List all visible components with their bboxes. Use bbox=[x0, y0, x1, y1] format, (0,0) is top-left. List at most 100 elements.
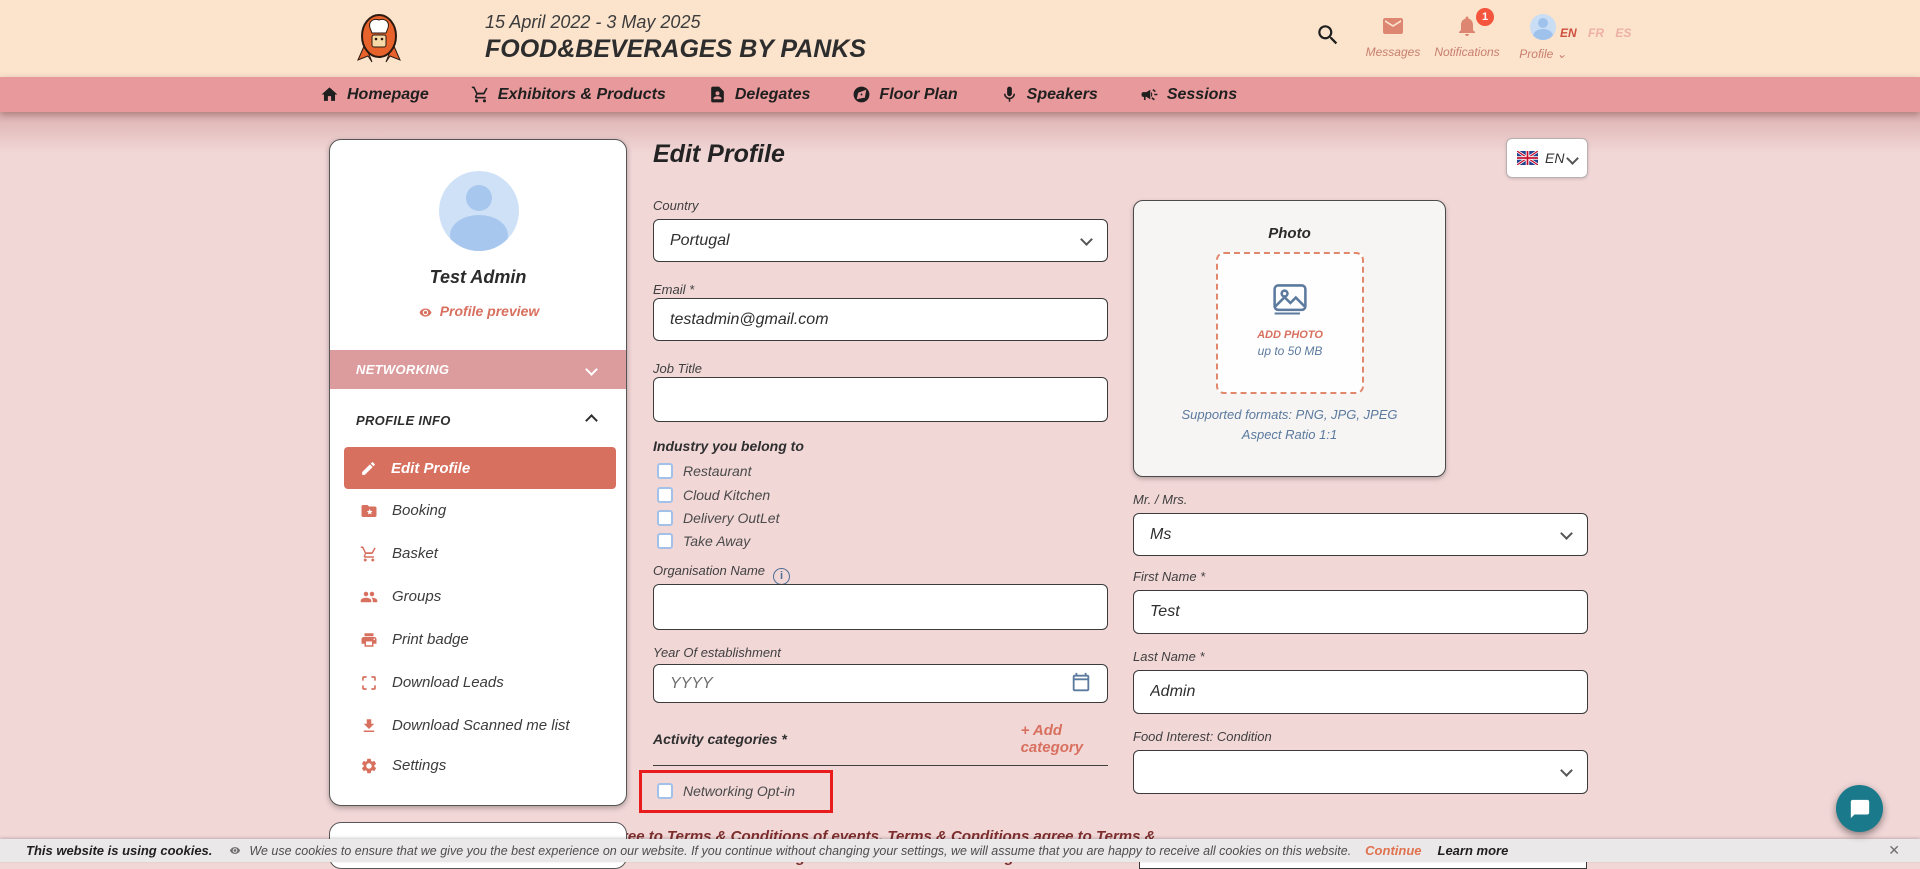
email-field[interactable] bbox=[653, 298, 1108, 341]
top-header: 15 April 2022 - 3 May 2025 FOOD&BEVERAGE… bbox=[0, 0, 1920, 77]
notification-count-badge: 1 bbox=[1476, 8, 1494, 26]
organisation-field[interactable] bbox=[653, 584, 1108, 630]
main-nav: Homepage Exhibitors & Products Delegates… bbox=[0, 77, 1920, 112]
checkbox-take-away[interactable] bbox=[657, 533, 673, 549]
sidebar-item-edit-profile[interactable]: Edit Profile bbox=[344, 447, 616, 489]
profile-sidebar-card: Test Admin Profile preview NETWORKING PR… bbox=[329, 139, 627, 806]
sidebar-item-basket[interactable]: Basket bbox=[330, 532, 626, 575]
profile-label: Profile ⌄ bbox=[1508, 47, 1578, 61]
eye-icon bbox=[417, 306, 434, 319]
megaphone-icon bbox=[1140, 85, 1159, 104]
cookie-learn-more-link[interactable]: Learn more bbox=[1438, 843, 1509, 858]
close-icon[interactable]: ✕ bbox=[1888, 842, 1900, 859]
organisation-label: Organisation Namei bbox=[653, 563, 1108, 585]
checkbox-networking-opt-in[interactable] bbox=[657, 783, 673, 799]
basket-cart-icon bbox=[360, 545, 378, 563]
profile-preview-link[interactable]: Profile preview bbox=[330, 303, 626, 319]
industry-option-cloud-kitchen: Cloud Kitchen bbox=[657, 487, 770, 503]
notifications-button[interactable]: 1 Notifications bbox=[1432, 14, 1502, 59]
cookie-continue-button[interactable]: Continue bbox=[1365, 843, 1421, 858]
job-title-field[interactable] bbox=[653, 377, 1108, 422]
pencil-icon bbox=[360, 460, 377, 477]
year-label: Year Of establishment bbox=[653, 645, 1108, 660]
nav-shadow bbox=[0, 112, 1920, 154]
first-name-label: First Name * bbox=[1133, 569, 1588, 584]
add-category-button[interactable]: + Add category bbox=[1021, 722, 1108, 756]
sidebar-item-groups[interactable]: Groups bbox=[330, 575, 626, 618]
envelope-icon bbox=[1379, 14, 1407, 38]
industry-label: Industry you belong to bbox=[653, 438, 1108, 454]
eye-icon bbox=[228, 845, 242, 856]
checkbox-restaurant[interactable] bbox=[657, 463, 673, 479]
cookie-banner: This website is using cookies. We use co… bbox=[0, 839, 1920, 862]
sidebar-item-settings[interactable]: Settings bbox=[330, 744, 626, 787]
salutation-select[interactable]: Ms bbox=[1133, 513, 1588, 556]
sidebar-item-download-scanned[interactable]: Download Scanned me list bbox=[330, 704, 626, 747]
compass-icon bbox=[852, 85, 871, 104]
industry-option-restaurant: Restaurant bbox=[657, 463, 751, 479]
sidebar-item-print-badge[interactable]: Print badge bbox=[330, 618, 626, 661]
gear-icon bbox=[360, 757, 378, 775]
nav-item-speakers[interactable]: Speakers bbox=[1000, 85, 1098, 104]
industry-option-delivery-outlet: Delivery OutLet bbox=[657, 510, 779, 526]
activity-divider bbox=[653, 765, 1108, 766]
cookie-banner-text: We use cookies to ensure that we give yo… bbox=[249, 844, 1351, 858]
sidebar-section-profile-info[interactable]: PROFILE INFO bbox=[330, 401, 626, 440]
email-label: Email * bbox=[653, 282, 1108, 297]
nav-item-sessions[interactable]: Sessions bbox=[1140, 85, 1237, 104]
scan-corners-icon bbox=[360, 674, 378, 692]
chat-widget-button[interactable] bbox=[1836, 785, 1883, 832]
photo-panel-title: Photo bbox=[1134, 225, 1445, 242]
chevron-down-icon bbox=[1560, 527, 1573, 540]
chevron-down-icon bbox=[585, 363, 598, 376]
checkbox-delivery-outlet[interactable] bbox=[657, 510, 673, 526]
lang-fr[interactable]: FR bbox=[1588, 26, 1604, 40]
home-icon bbox=[320, 85, 339, 104]
cookie-banner-title: This website is using cookies. bbox=[26, 843, 212, 858]
nav-item-homepage[interactable]: Homepage bbox=[320, 85, 429, 104]
country-select[interactable]: Portugal bbox=[653, 219, 1108, 262]
photo-size-hint: up to 50 MB bbox=[1218, 344, 1362, 358]
info-icon[interactable]: i bbox=[773, 568, 790, 585]
content-language-value: EN bbox=[1545, 150, 1564, 166]
app-root: 15 April 2022 - 3 May 2025 FOOD&BEVERAGE… bbox=[0, 0, 1920, 869]
header-language-switcher: EN FR ES bbox=[1560, 26, 1639, 40]
event-logo bbox=[355, 12, 403, 66]
food-interest-select[interactable] bbox=[1133, 750, 1588, 794]
messages-button[interactable]: Messages bbox=[1358, 14, 1428, 59]
user-avatar bbox=[439, 171, 519, 251]
messages-label: Messages bbox=[1358, 45, 1428, 59]
calendar-icon[interactable] bbox=[1070, 672, 1092, 694]
page-title: Edit Profile bbox=[653, 140, 785, 169]
lang-es[interactable]: ES bbox=[1615, 26, 1631, 40]
food-interest-label: Food Interest: Condition bbox=[1133, 729, 1588, 744]
last-name-field[interactable] bbox=[1133, 670, 1588, 714]
notifications-label: Notifications bbox=[1432, 45, 1502, 59]
people-icon bbox=[360, 588, 378, 606]
event-dates: 15 April 2022 - 3 May 2025 bbox=[485, 12, 700, 33]
chevron-down-icon bbox=[1566, 152, 1579, 165]
content-language-select[interactable]: EN bbox=[1506, 138, 1588, 178]
nav-item-delegates[interactable]: Delegates bbox=[708, 85, 811, 104]
first-name-field[interactable] bbox=[1133, 590, 1588, 634]
industry-option-take-away: Take Away bbox=[657, 533, 750, 549]
photo-aspect-hint: Aspect Ratio 1:1 bbox=[1134, 427, 1445, 442]
user-name: Test Admin bbox=[330, 267, 626, 288]
delegate-badge-icon bbox=[708, 85, 727, 104]
add-photo-label: ADD PHOTO bbox=[1218, 329, 1362, 341]
year-field[interactable] bbox=[653, 664, 1108, 703]
checkbox-cloud-kitchen[interactable] bbox=[657, 487, 673, 503]
photo-upload-dropzone[interactable]: ADD PHOTO up to 50 MB bbox=[1216, 252, 1364, 394]
microphone-icon bbox=[1000, 85, 1019, 104]
sidebar-item-booking[interactable]: Booking bbox=[330, 489, 626, 532]
chevron-down-icon bbox=[1080, 233, 1093, 246]
profile-avatar-icon bbox=[1530, 14, 1556, 40]
nav-item-floor-plan[interactable]: Floor Plan bbox=[852, 85, 957, 104]
lang-en[interactable]: EN bbox=[1560, 26, 1577, 40]
search-icon[interactable] bbox=[1315, 22, 1341, 48]
nav-item-exhibitors-products[interactable]: Exhibitors & Products bbox=[471, 85, 666, 104]
sidebar-section-networking[interactable]: NETWORKING bbox=[330, 350, 626, 389]
chat-bubble-icon bbox=[1849, 798, 1871, 820]
sidebar-item-download-leads[interactable]: Download Leads bbox=[330, 661, 626, 704]
chevron-down-icon bbox=[1560, 764, 1573, 777]
